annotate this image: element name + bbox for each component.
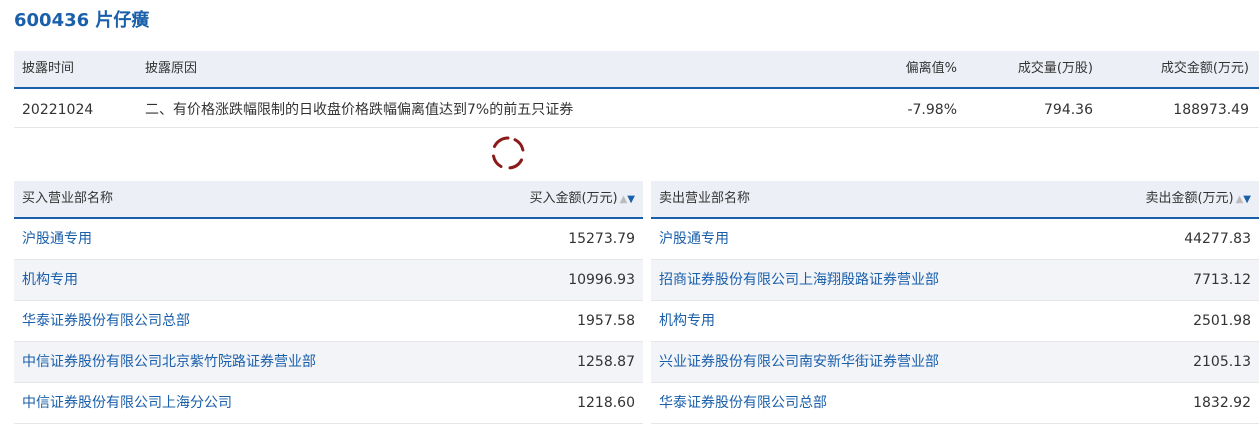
amount-value: 188973.49 [1173, 102, 1249, 118]
col-disclosure-reason: 披露原因 [145, 61, 198, 76]
disclosure-time: 20221024 [22, 102, 94, 118]
sell-broker-name[interactable]: 兴业证券股份有限公司南安新华街证券营业部 [659, 342, 939, 382]
buy-amount: 1258.87 [577, 354, 635, 370]
table-row: 机构专用 2501.98 [651, 301, 1259, 342]
buy-amount-header-label: 买入金额(万元) [529, 191, 618, 206]
loading-spinner-icon [492, 136, 525, 170]
buy-broker-name[interactable]: 华泰证券股份有限公司总部 [22, 301, 190, 341]
buy-table-header: 买入营业部名称 买入金额(万元) ▲▼ [14, 181, 643, 219]
sell-amount: 44277.83 [1184, 231, 1251, 247]
disclosure-header: 披露时间 披露原因 偏离值% 成交量(万股) 成交金额(万元) [14, 51, 1259, 89]
buy-table: 买入营业部名称 买入金额(万元) ▲▼ 沪股通专用 15273.79 机构专用 1… [14, 181, 643, 424]
table-row: 沪股通专用 15273.79 [14, 219, 643, 260]
sell-broker-name[interactable]: 华泰证券股份有限公司总部 [659, 383, 827, 423]
buy-amount: 1957.58 [577, 313, 635, 329]
sell-amount: 2501.98 [1193, 313, 1251, 329]
buy-broker-name[interactable]: 机构专用 [22, 260, 78, 300]
sell-name-header: 卖出营业部名称 [659, 191, 751, 206]
page-title: 600436 片仔癀 [14, 10, 150, 31]
deviation-value: -7.98% [907, 102, 957, 118]
table-row: 兴业证券股份有限公司南安新华街证券营业部 2105.13 [651, 342, 1259, 383]
sort-arrows-icon[interactable]: ▲▼ [1236, 194, 1251, 205]
disclosure-row: 20221024 二、有价格涨跌幅限制的日收盘价格跌幅偏离值达到7%的前五只证券… [14, 89, 1259, 128]
col-disclosure-time: 披露时间 [22, 61, 75, 76]
sell-amount-header[interactable]: 卖出金额(万元) ▲▼ [1145, 181, 1251, 218]
buy-name-header: 买入营业部名称 [22, 191, 114, 206]
sell-amount: 7713.12 [1193, 272, 1251, 288]
buy-amount-header[interactable]: 买入金额(万元) ▲▼ [529, 181, 635, 218]
sell-broker-name[interactable]: 沪股通专用 [659, 219, 729, 259]
sell-table: 卖出营业部名称 卖出金额(万元) ▲▼ 沪股通专用 44277.83 招商证券股份… [651, 181, 1259, 424]
buy-amount: 10996.93 [568, 272, 635, 288]
table-row: 机构专用 10996.93 [14, 260, 643, 301]
table-row: 招商证券股份有限公司上海翔殷路证券营业部 7713.12 [651, 260, 1259, 301]
table-row: 沪股通专用 44277.83 [651, 219, 1259, 260]
buy-broker-name[interactable]: 中信证券股份有限公司北京紫竹院路证券营业部 [22, 342, 316, 382]
table-row: 中信证券股份有限公司上海分公司 1218.60 [14, 383, 643, 424]
sort-arrows-icon[interactable]: ▲▼ [620, 194, 635, 205]
table-row: 华泰证券股份有限公司总部 1957.58 [14, 301, 643, 342]
buy-amount: 15273.79 [568, 231, 635, 247]
volume-value: 794.36 [1044, 102, 1093, 118]
col-deviation: 偏离值% [905, 61, 957, 76]
sell-broker-name[interactable]: 招商证券股份有限公司上海翔殷路证券营业部 [659, 260, 939, 300]
buy-amount: 1218.60 [577, 395, 635, 411]
sell-amount-header-label: 卖出金额(万元) [1145, 191, 1234, 206]
col-volume: 成交量(万股) [1017, 61, 1093, 76]
sell-table-header: 卖出营业部名称 卖出金额(万元) ▲▼ [651, 181, 1259, 219]
sell-broker-name[interactable]: 机构专用 [659, 301, 715, 341]
buy-broker-name[interactable]: 沪股通专用 [22, 219, 92, 259]
disclosure-reason: 二、有价格涨跌幅限制的日收盘价格跌幅偏离值达到7%的前五只证券 [145, 102, 574, 118]
sell-amount: 2105.13 [1193, 354, 1251, 370]
table-row: 中信证券股份有限公司北京紫竹院路证券营业部 1258.87 [14, 342, 643, 383]
buy-broker-name[interactable]: 中信证券股份有限公司上海分公司 [22, 383, 232, 423]
sell-amount: 1832.92 [1193, 395, 1251, 411]
col-amount: 成交金额(万元) [1160, 61, 1249, 76]
table-row: 华泰证券股份有限公司总部 1832.92 [651, 383, 1259, 424]
